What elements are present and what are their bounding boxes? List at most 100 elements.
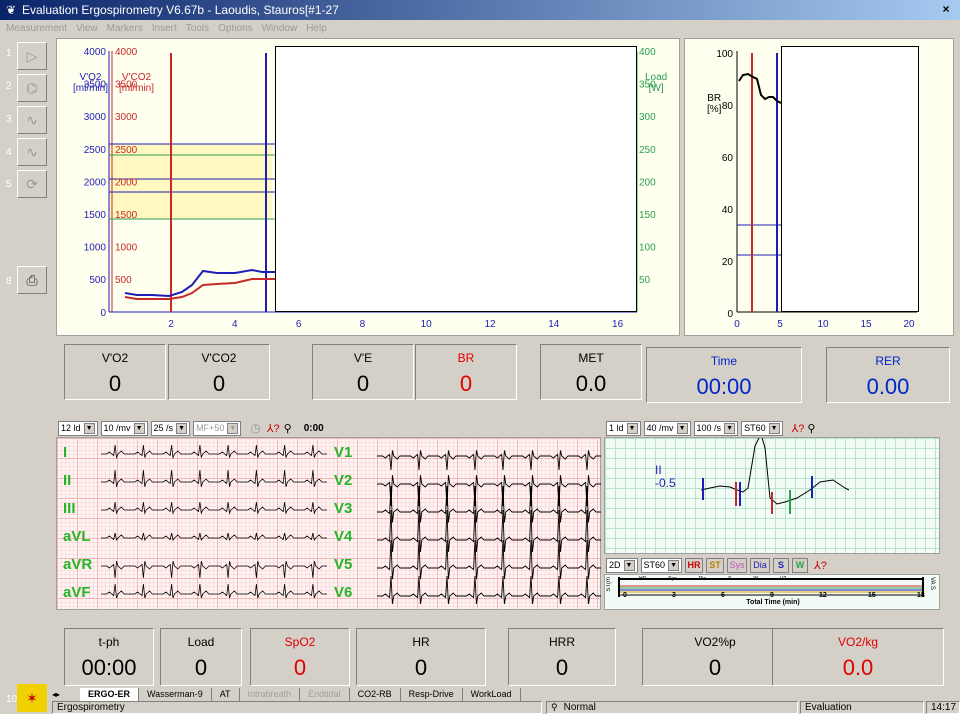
trend-tick-label: 3 [672,592,676,599]
value-box-vo2-kg[interactable]: VO2/kg 0.0 [772,628,944,686]
close-icon[interactable]: × [938,2,954,17]
tab-ergo-er[interactable]: ERGO-ER [80,688,140,701]
vco2-unit: [ml/min] [119,83,154,94]
tab-resp-drive[interactable]: Resp-Drive [401,688,463,701]
value-box-rer[interactable]: RER 0.00 [826,347,950,403]
zoom-icon[interactable]: ⚲ [807,422,815,435]
cursor-help-icon[interactable]: ⅄? [792,422,805,435]
tab-list: ERGO-ER Wasserman-9 AT Intrabreath Endtidal C… [80,688,521,701]
legend-w: W [753,576,759,582]
trend-x-label: Total Time (min) [746,599,800,606]
legend-s: S [728,576,732,582]
view-tabs: ◂▸ ERGO-ER Wasserman-9 AT Intrabreath Endtid… [52,688,960,701]
tab-wasserman-9[interactable]: Wasserman-9 [139,688,212,701]
hr-toggle[interactable]: HR [685,557,704,573]
ecg-lead-trace [101,444,327,460]
tab-intrabreath[interactable]: Intrabreath [240,688,301,701]
value-box-br[interactable]: BR 0 [415,344,517,400]
beat-gain-select[interactable]: 40 /mv ▼ [643,420,691,436]
tool-number: 4 [6,147,12,158]
filter-select[interactable]: MF+50 ▼ [193,420,242,436]
x-tick-label: 2 [168,319,174,330]
tab-at[interactable]: AT [212,688,240,701]
value-box-v-e[interactable]: V'E 0 [312,344,414,400]
ecg-view-button[interactable]: ∿ [17,106,47,134]
vo2-axis-title: V'O2 [ml/min] [73,72,108,94]
value-reading: 0 [194,655,208,680]
br-x-tick-label: 0 [734,319,740,330]
menu-measurement[interactable]: Measurement [6,23,67,34]
value-label: RER [875,354,901,368]
zoom-icon[interactable]: ⚲ [284,422,292,435]
value-box-v-co2[interactable]: V'CO2 0 [168,344,270,400]
refresh-button[interactable]: ⟳ [17,170,47,198]
menu-tools[interactable]: Tools [186,23,209,34]
value-box-v-o2[interactable]: V'O2 0 [64,344,166,400]
st-toggle[interactable]: ST [706,557,725,573]
cursor-help-icon[interactable]: ⅄? [814,559,827,572]
tab-endtidal[interactable]: Endtidal [300,688,350,701]
beat-leads-value: 1 ld [609,423,624,433]
tab-co2-rb[interactable]: CO2-RB [350,688,401,701]
ecg-analysis-button[interactable]: ∿ [17,138,47,166]
ecg-12-lead-display[interactable]: I II III aVL aVR aVF V1 V2 V3 V4 V5 V6 [56,437,601,610]
menu-markers[interactable]: Markers [107,23,143,34]
value-box-vo2-p[interactable]: VO2%p 0 [642,628,788,686]
play-button[interactable]: ▷ [17,42,47,70]
value-reading: 0.00 [866,374,910,399]
vo2-tick-label: 0 [100,308,106,319]
filter-value: MF+50 [196,423,225,433]
sys-toggle[interactable]: Sys [727,557,748,573]
value-box-hrr[interactable]: HRR 0 [508,628,616,686]
beat-speed-select[interactable]: 100 /s ▼ [693,420,739,436]
status-mode-text: Normal [563,702,596,713]
value-box-t-ph[interactable]: t-ph 00:00 [64,628,154,686]
ecg-lead-trace [377,450,601,471]
vo2-label: V'O2 [79,72,102,83]
tool-number: 2 [6,81,12,92]
beat-leads-select[interactable]: 1 ld ▼ [606,420,641,436]
br-label: BR [707,93,722,104]
average-beat-display[interactable]: II -0.5 [604,432,940,554]
value-box-met[interactable]: MET 0.0 [540,344,642,400]
trend-st-select[interactable]: ST60 ▼ [640,557,683,573]
w-toggle[interactable]: W [792,557,809,573]
print-button[interactable]: ⎙ [17,266,47,294]
dia-toggle[interactable]: Dia [750,557,771,573]
beat-st-select[interactable]: ST60 ▼ [741,420,783,436]
ecg-traces [101,444,601,605]
x-tick-label: 8 [360,319,366,330]
vo2-curve [124,268,275,298]
alert-icon[interactable]: ✶ [17,684,47,712]
calibration-button[interactable]: ⌬ [17,74,47,102]
lead-label-v5: V5 [334,556,353,573]
s-toggle[interactable]: S [773,557,790,573]
legend-sys: Sys [668,576,677,582]
value-box-load[interactable]: Load 0 [160,628,242,686]
ecg-lead-trace [101,583,327,599]
value-box-hr[interactable]: HR 0 [356,628,486,686]
beat-st-value-display: -0.5 [655,476,676,490]
trend-toolbar: 2D ▼ ST60 ▼ HR ST Sys Dia S W ⅄? [604,556,940,574]
trend-chart[interactable]: HR Sys Dia S W V2 0 3 6 9 12 15 18 Total Time … [604,574,940,610]
tool-number: 8 [6,276,12,287]
load-tick-label: 250 [639,145,656,156]
gain-select[interactable]: 10 /mv ▼ [100,420,148,436]
value-box-spo2[interactable]: SpO2 0 [250,628,350,686]
value-box-time[interactable]: Time 00:00 [646,347,802,403]
leads-select[interactable]: 12 ld ▼ [58,420,98,436]
tab-scroll-arrows[interactable]: ◂▸ [52,688,80,701]
vco2-tick-label: 1000 [115,243,138,254]
vco2-tick-label: 2000 [115,177,138,188]
tab-workload[interactable]: WorkLoad [463,688,521,701]
clock-icon[interactable]: ◷ [250,421,260,435]
menu-view[interactable]: View [76,23,98,34]
chevron-down-icon: ▼ [768,422,780,434]
cursor-help-icon[interactable]: ⅄? [267,422,280,435]
menu-window[interactable]: Window [262,23,298,34]
trend-mode-select[interactable]: 2D ▼ [606,557,638,573]
menu-insert[interactable]: Insert [152,23,177,34]
menu-options[interactable]: Options [218,23,252,34]
menu-help[interactable]: Help [306,23,327,34]
speed-select[interactable]: 25 /s ▼ [150,420,191,436]
